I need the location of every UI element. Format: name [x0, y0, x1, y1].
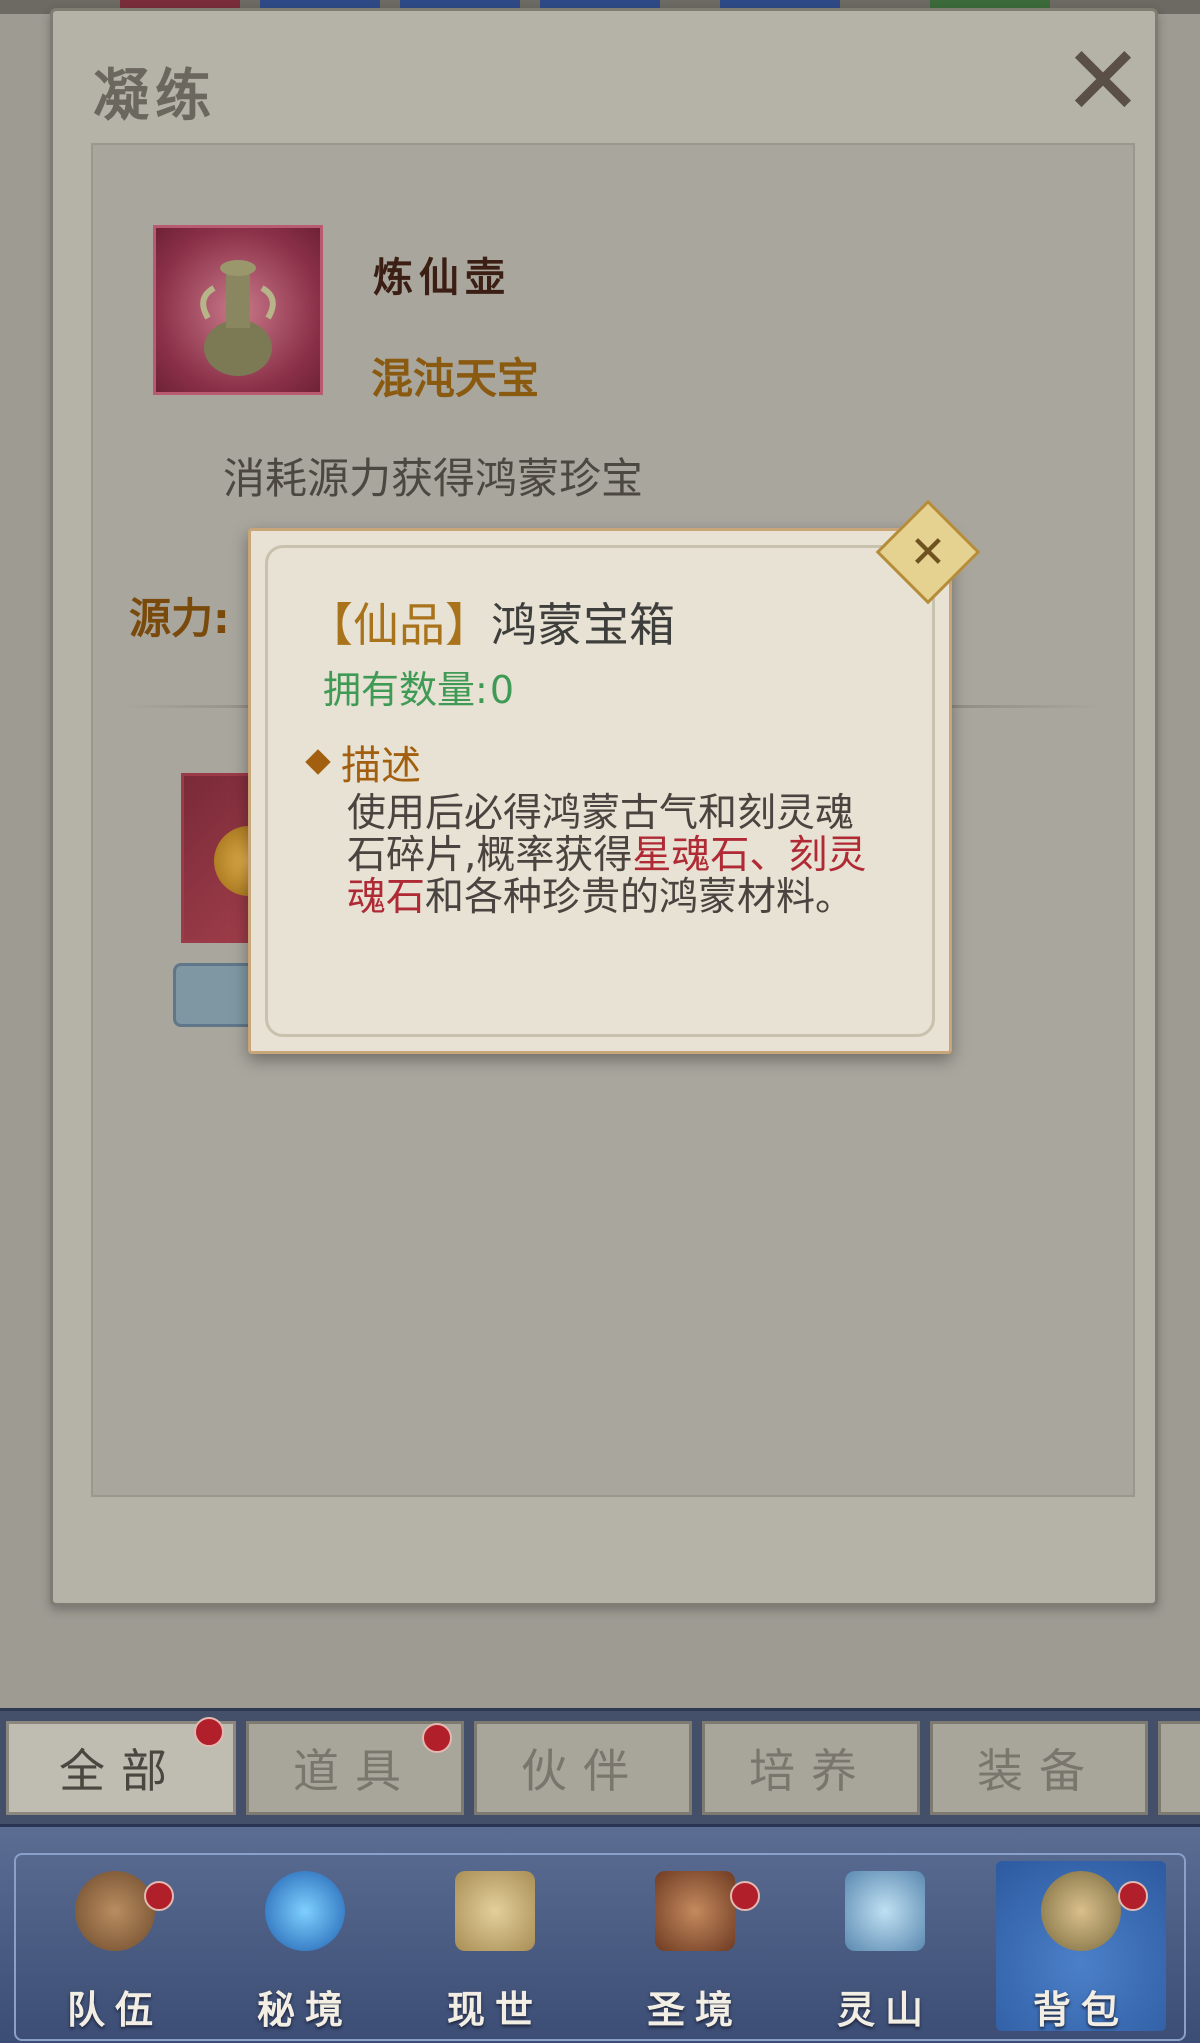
tooltip-title: 【仙品】鸿蒙宝箱	[307, 589, 675, 655]
nav-label: 灵山	[836, 1987, 933, 2032]
title-grade: 仙品	[353, 598, 445, 652]
panel-title: 凝练	[93, 63, 217, 129]
owned-count-label: 拥有数量:	[323, 668, 488, 712]
tab-partners[interactable]: 伙伴	[474, 1721, 692, 1815]
title-item-name: 鸿蒙宝箱	[491, 598, 675, 652]
item-quality: 混沌天宝	[371, 354, 540, 403]
nav-team-badge	[144, 1881, 174, 1911]
title-bracket-open: 【	[307, 598, 353, 652]
nav-label: 队伍	[66, 1987, 163, 2032]
owned-count: 拥有数量:0	[323, 659, 514, 714]
tab-label: 全部	[59, 1744, 183, 1798]
desc-part-2: 和各种珍贵的鸿蒙材料。	[425, 875, 855, 920]
tab-label: 装备	[977, 1744, 1101, 1798]
bottom-navigation: 队伍 秘境 现世 圣境 灵山 背包	[0, 1824, 1200, 2043]
tab-equipment[interactable]: 装备	[930, 1721, 1148, 1815]
world-scroll-icon	[455, 1871, 535, 1951]
item-tooltip: ✕ 【仙品】鸿蒙宝箱 拥有数量:0 描述 使用后必得鸿蒙古气和刻灵魂石碎片,概率…	[248, 499, 981, 1054]
item-description: 消耗源力获得鸿蒙珍宝	[223, 454, 644, 503]
close-icon[interactable]: ✕	[1053, 25, 1153, 137]
tab-label: 道具	[293, 1744, 417, 1798]
item-name: 炼仙壶	[373, 254, 511, 301]
tab-label: 伙伴	[521, 1744, 645, 1798]
spirit-mountain-icon	[845, 1871, 925, 1951]
secret-realm-icon	[265, 1871, 345, 1951]
nav-label: 秘境	[256, 1987, 353, 2032]
description-text: 使用后必得鸿蒙古气和刻灵魂石碎片,概率获得星魂石、刻灵魂石和各种珍贵的鸿蒙材料。	[347, 793, 867, 919]
nav-backpack-badge	[1118, 1881, 1148, 1911]
nav-item-spirit-mountain[interactable]: 灵山	[800, 1861, 970, 2032]
sacred-realm-icon	[655, 1871, 735, 1951]
nav-label: 背包	[1032, 1987, 1129, 2032]
source-power-label: 源力:	[129, 594, 230, 643]
description-heading: 描述	[305, 733, 421, 791]
nav-sacred-badge	[730, 1881, 760, 1911]
nav-item-team[interactable]: 队伍	[30, 1861, 200, 2032]
tab-cultivate[interactable]: 培养	[702, 1721, 920, 1815]
backpack-icon	[1041, 1871, 1121, 1951]
nav-item-world[interactable]: 现世	[410, 1861, 580, 2032]
diamond-icon	[305, 749, 331, 775]
title-bracket-close: 】	[445, 598, 491, 652]
nav-label: 圣境	[646, 1987, 743, 2032]
category-tabs: 全部 道具 伙伴 培养 装备	[0, 1708, 1200, 1830]
tab-more[interactable]	[1158, 1721, 1200, 1815]
team-icon	[75, 1871, 155, 1951]
nav-label: 现世	[446, 1987, 543, 2032]
tab-all-badge	[194, 1717, 224, 1747]
owned-count-value: 0	[489, 668, 514, 712]
nav-item-secret-realm[interactable]: 秘境	[220, 1861, 390, 2032]
description-heading-text: 描述	[341, 743, 421, 789]
vase-item-icon[interactable]	[153, 225, 323, 395]
tab-label: 培养	[749, 1744, 873, 1798]
tab-items-badge	[422, 1723, 452, 1753]
